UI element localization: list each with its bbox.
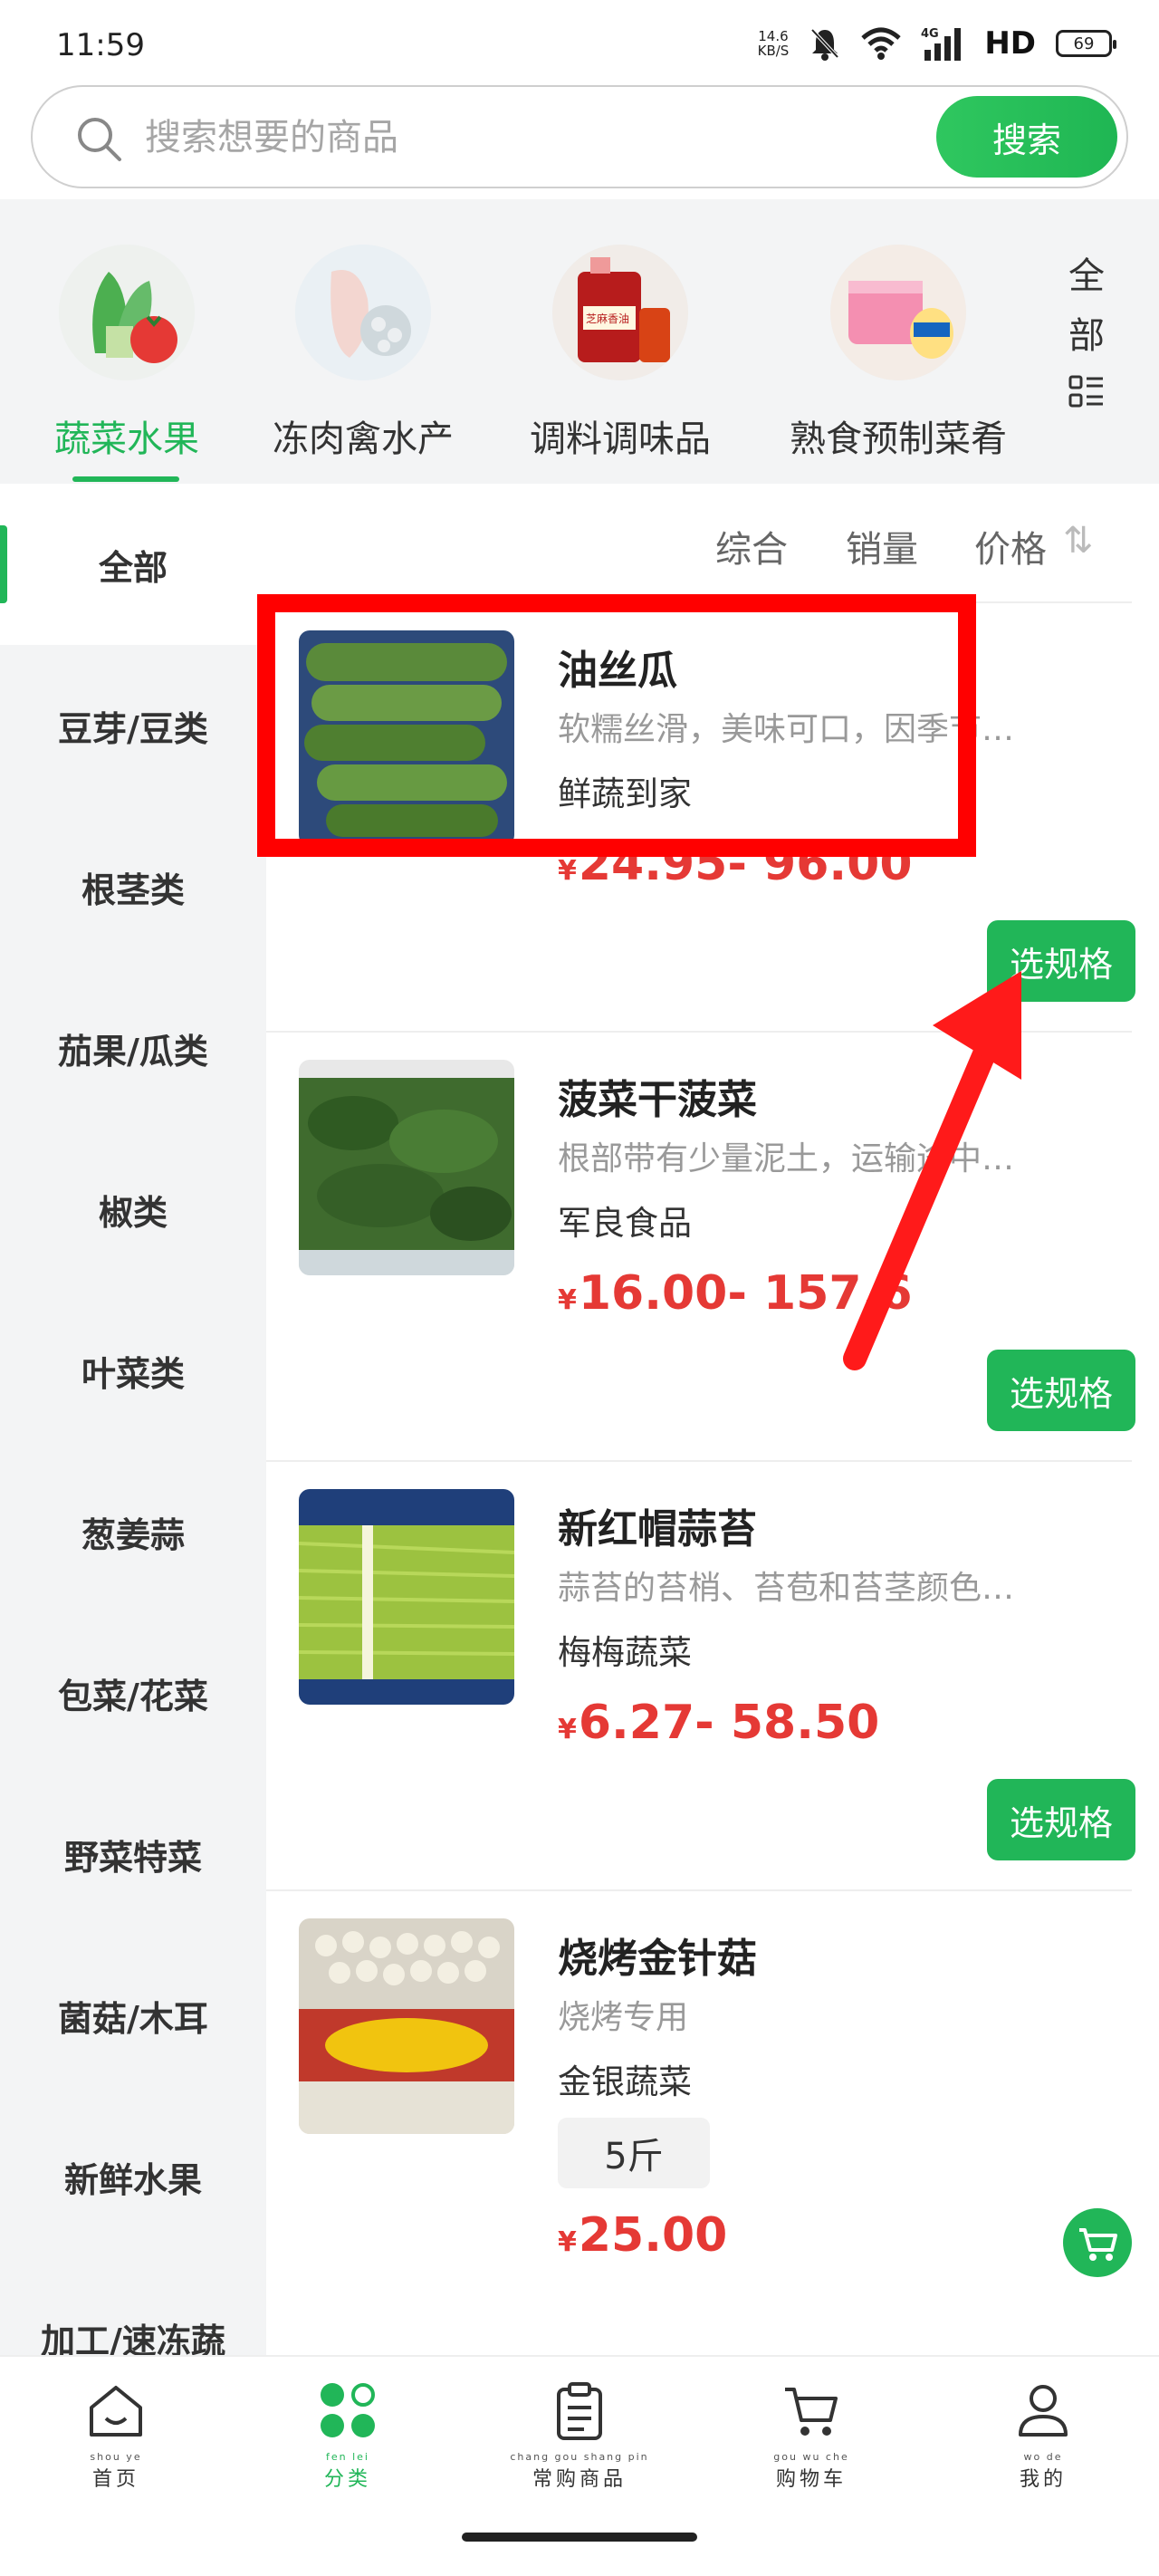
product-name: 新红帽蒜苔: [558, 1506, 757, 1552]
sort-price[interactable]: 价格: [974, 520, 1047, 572]
category-cooked-food[interactable]: 熟食预制菜肴: [781, 245, 1016, 462]
status-time: 11:59: [56, 27, 145, 63]
price-value: 6.27- 58.50: [578, 1696, 880, 1750]
highlight-annotation-box: [257, 594, 976, 857]
sidebar-item-onion-ginger-garlic[interactable]: 葱姜蒜: [0, 1451, 266, 1612]
sort-comprehensive[interactable]: 综合: [715, 520, 788, 572]
sidebar-item-peppers[interactable]: 椒类: [0, 1129, 266, 1290]
clipboard-icon: [557, 2382, 602, 2440]
nav-cart[interactable]: gou wu che 购物车: [721, 2379, 902, 2492]
currency-symbol: ¥: [558, 1714, 577, 1745]
sidebar-item-leafy[interactable]: 叶菜类: [0, 1290, 266, 1451]
product-name: 烧烤金针菇: [558, 1936, 757, 1982]
sort-sales[interactable]: 销量: [846, 520, 918, 572]
product-shop: 军良食品: [558, 1204, 692, 1243]
sort-arrows-icon[interactable]: ⇅: [1063, 520, 1094, 562]
product-image-spinach: [299, 1060, 514, 1275]
product-price: ¥16.00- 157.6: [558, 1266, 913, 1321]
category-frozen-meat-seafood[interactable]: 冻肉禽水产: [268, 245, 458, 462]
all-categories-button[interactable]: 全 部: [1059, 246, 1114, 428]
sidebar-item-sprouts-beans[interactable]: 豆芽/豆类: [0, 645, 266, 806]
nav-home[interactable]: shou ye 首页: [25, 2379, 206, 2492]
sidebar: 全部 豆芽/豆类 根茎类 茄果/瓜类 椒类 叶菜类 葱姜蒜 包菜/花菜 野菜特菜…: [0, 484, 266, 2355]
cart-icon: [785, 2388, 838, 2436]
sidebar-item-mushrooms[interactable]: 菌菇/木耳: [0, 1935, 266, 2096]
currency-symbol: ¥: [558, 855, 577, 887]
sidebar-item-frozen-veg[interactable]: 加工/速冻蔬: [0, 2257, 266, 2356]
home-icon: [90, 2386, 142, 2437]
frozen-meat-image: [295, 245, 431, 380]
cooked-food-image: [830, 245, 966, 380]
category-label: 蔬菜水果: [54, 418, 199, 460]
status-bar: 11:59 14.6 KB/S 4G HD 69: [0, 0, 1159, 87]
product-card[interactable]: 新红帽蒜苔 蒜苔的苔梢、苔苞和苔茎颜色… 梅梅蔬菜 ¥6.27- 58.50 选…: [266, 1460, 1135, 1889]
currency-symbol: ¥: [558, 1284, 577, 1316]
product-name: 菠菜干菠菜: [558, 1077, 757, 1123]
search-button[interactable]: 搜索: [936, 96, 1117, 178]
cart-icon: [1079, 2228, 1117, 2261]
nav-frequent-items[interactable]: chang gou shang pin 常购商品: [489, 2379, 670, 2492]
sidebar-item-cabbage[interactable]: 包菜/花菜: [0, 1612, 266, 1773]
seasoning-image: 芝麻香油: [552, 245, 688, 380]
select-spec-button[interactable]: 选规格: [987, 1779, 1135, 1860]
category-strip: 蔬菜水果 冻肉禽水产 芝麻香油 调料调味品 熟食预制菜肴 全 部: [0, 199, 1159, 484]
svg-text:芝麻香油: 芝麻香油: [586, 312, 629, 325]
svg-text:4G: 4G: [921, 27, 939, 41]
search-icon: [78, 118, 121, 161]
product-image-garlic-sprouts: [299, 1489, 514, 1705]
nav-category[interactable]: fen lei 分类: [257, 2379, 438, 2492]
category-vegetables-fruits[interactable]: 蔬菜水果: [45, 245, 208, 462]
product-price: ¥6.27- 58.50: [558, 1696, 879, 1750]
price-value: 25.00: [578, 2208, 728, 2263]
product-price: ¥25.00: [558, 2208, 727, 2263]
wifi-icon: [861, 27, 901, 60]
hd-indicator: HD: [984, 25, 1036, 62]
sidebar-item-roots[interactable]: 根茎类: [0, 806, 266, 967]
select-spec-button[interactable]: 选规格: [987, 920, 1135, 1002]
sort-bar: 综合 销量 价格 ⇅: [266, 484, 1159, 601]
add-to-cart-button[interactable]: [1063, 2208, 1132, 2277]
nav-profile[interactable]: wo de 我的: [953, 2379, 1134, 2492]
battery-icon: 69: [1056, 30, 1116, 57]
network-speed: 14.6 KB/S: [757, 28, 790, 59]
bottom-navigation: shou ye 首页 fen lei 分类 chang gou shang pi…: [0, 2355, 1159, 2576]
size-option-chip[interactable]: 5斤: [558, 2118, 710, 2188]
category-label: 调料调味品: [530, 418, 711, 460]
product-image-enoki: [299, 1918, 514, 2134]
sidebar-item-fresh-fruit[interactable]: 新鲜水果: [0, 2096, 266, 2257]
search-input[interactable]: [145, 112, 924, 163]
sidebar-item-wild-veg[interactable]: 野菜特菜: [0, 1773, 266, 1935]
product-shop: 金银蔬菜: [558, 2062, 692, 2101]
product-description: 根部带有少量泥土，运输途中…: [558, 1140, 1015, 1177]
sidebar-item-all[interactable]: 全部: [0, 484, 266, 645]
product-card[interactable]: 菠菜干菠菜 根部带有少量泥土，运输途中… 军良食品 ¥16.00- 157.6 …: [266, 1031, 1135, 1460]
select-spec-button[interactable]: 选规格: [987, 1350, 1135, 1431]
cellular-signal-icon: 4G: [921, 27, 962, 61]
vegetables-fruits-image: [59, 245, 195, 380]
product-description: 蒜苔的苔梢、苔苞和苔茎颜色…: [558, 1570, 1015, 1607]
price-value: 16.00- 157.6: [578, 1266, 913, 1321]
search-bar[interactable]: 搜索: [31, 85, 1128, 188]
category-seasonings[interactable]: 芝麻香油 调料调味品: [525, 245, 715, 462]
category-label: 冻肉禽水产: [273, 418, 454, 460]
mute-bell-icon: [810, 28, 839, 61]
list-grid-icon: [1068, 375, 1103, 408]
product-card[interactable]: 烧烤金针菇 烧烤专用 金银蔬菜 5斤 ¥25.00: [266, 1889, 1132, 2342]
product-description: 烧烤专用: [558, 1999, 689, 2036]
currency-symbol: ¥: [558, 2226, 577, 2258]
home-indicator[interactable]: [462, 2533, 697, 2542]
status-icons: 14.6 KB/S 4G HD 69: [757, 25, 1116, 62]
user-icon: [1019, 2385, 1068, 2437]
sidebar-item-gourds[interactable]: 茄果/瓜类: [0, 967, 266, 1129]
product-shop: 梅梅蔬菜: [558, 1633, 692, 1672]
category-label: 熟食预制菜肴: [790, 418, 1007, 460]
active-category-indicator: [72, 476, 179, 482]
category-icon: [321, 2383, 375, 2437]
